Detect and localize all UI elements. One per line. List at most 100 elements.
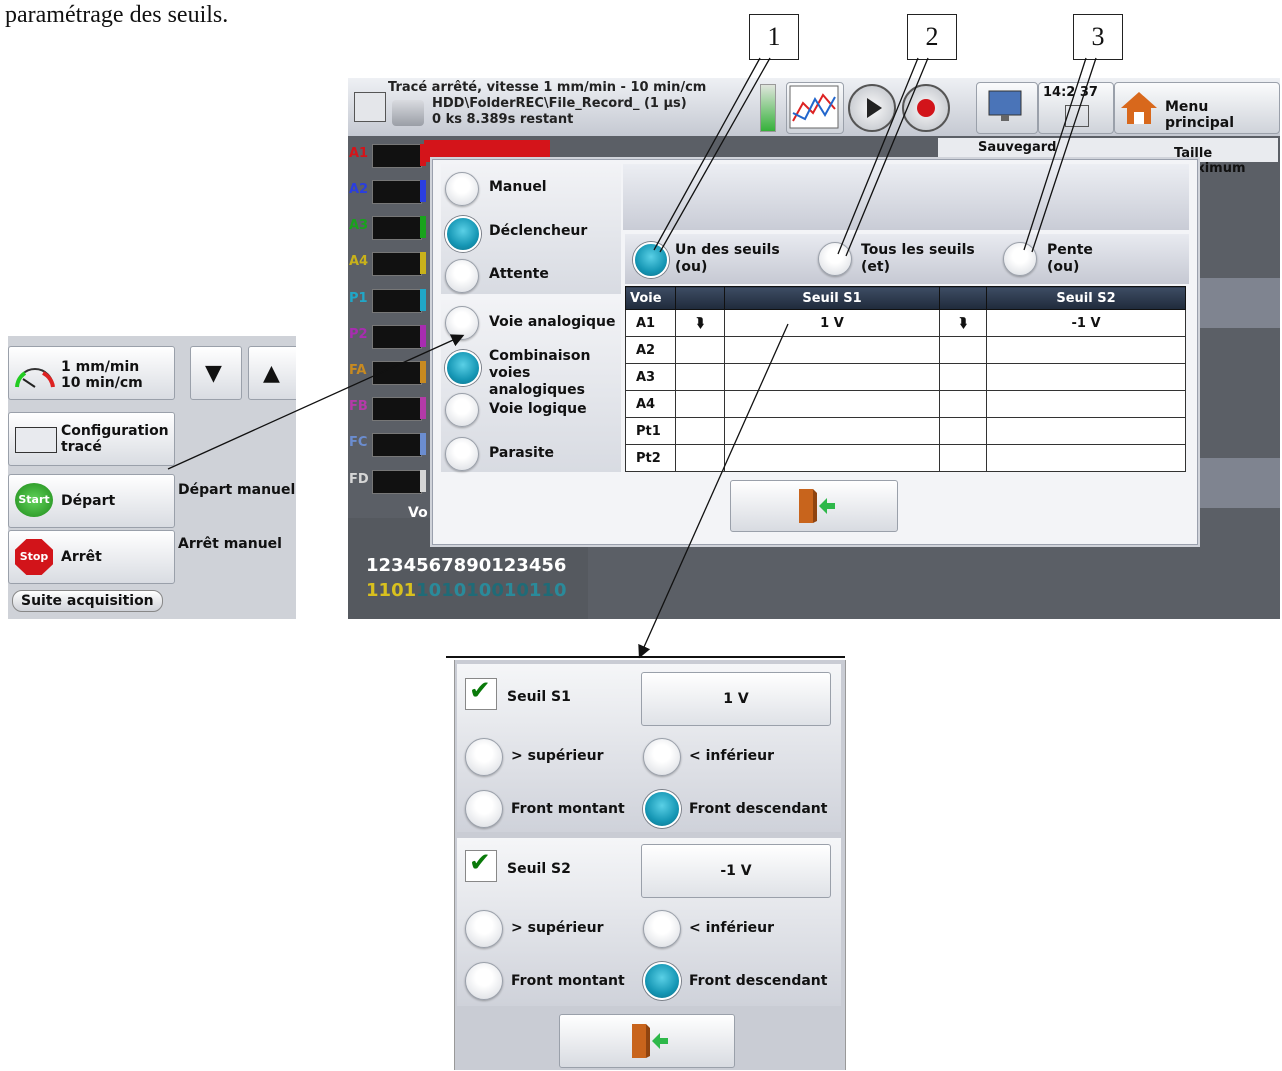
table-cell[interactable]: ⮯ xyxy=(939,309,987,337)
s1-radio-superieur[interactable] xyxy=(465,738,503,776)
s2-radio-inferieur[interactable] xyxy=(643,910,681,948)
speed-button[interactable]: 1 mm/min 10 min/cm xyxy=(8,346,175,400)
main-menu-button[interactable]: Menu principal xyxy=(1114,82,1280,134)
channel-row[interactable]: FB xyxy=(348,393,428,423)
table-cell[interactable]: ⮯ xyxy=(675,309,725,337)
radio-declencheur[interactable] xyxy=(445,216,481,252)
s1-radio-front-descendant[interactable] xyxy=(643,790,681,828)
record-config-icon[interactable] xyxy=(354,92,386,122)
radio-attente[interactable] xyxy=(445,259,479,293)
table-row[interactable]: A4 xyxy=(625,390,1186,418)
table-cell[interactable] xyxy=(986,336,1186,364)
radio-voie-logique[interactable] xyxy=(445,393,479,427)
radio-combinaison[interactable] xyxy=(445,350,481,386)
table-cell[interactable] xyxy=(724,444,940,472)
table-cell[interactable] xyxy=(675,444,725,472)
channel-row[interactable]: FA xyxy=(348,357,428,387)
panel-exit-button[interactable] xyxy=(559,1014,735,1068)
channel-row[interactable]: FD xyxy=(348,466,428,496)
s2-radio-front-montant[interactable] xyxy=(465,962,503,1000)
radio-un-des-seuils[interactable] xyxy=(633,242,669,278)
channel-level-box xyxy=(372,180,422,204)
table-cell[interactable] xyxy=(675,390,725,418)
s2-value-button[interactable]: -1 V xyxy=(641,844,831,898)
speed-label: 1 mm/min 10 min/cm xyxy=(61,359,143,391)
s1-value-button[interactable]: 1 V xyxy=(641,672,831,726)
table-cell[interactable] xyxy=(986,363,1186,391)
table-cell[interactable]: 1 V xyxy=(724,309,940,337)
table-cell[interactable]: A2 xyxy=(625,336,676,364)
dialog-header xyxy=(623,164,1189,230)
radio-voie-analogique[interactable] xyxy=(445,306,479,340)
channel-row[interactable]: A1 xyxy=(348,140,428,170)
table-cell[interactable] xyxy=(986,444,1186,472)
radio-manuel[interactable] xyxy=(445,172,479,206)
speed-up-button[interactable]: ▲ xyxy=(248,346,296,400)
table-cell[interactable] xyxy=(675,336,725,364)
table-cell[interactable]: A3 xyxy=(625,363,676,391)
screenshot-button[interactable] xyxy=(976,82,1038,134)
channel-row[interactable]: A2 xyxy=(348,176,428,206)
table-cell[interactable]: A4 xyxy=(625,390,676,418)
table-cell[interactable] xyxy=(724,390,940,418)
channel-row[interactable]: A3 xyxy=(348,212,428,242)
s2-checkbox[interactable] xyxy=(465,848,497,882)
table-cell[interactable] xyxy=(939,390,987,418)
s2-radio-front-descendant[interactable] xyxy=(643,962,681,1000)
channel-row[interactable]: FC xyxy=(348,429,428,459)
record-button[interactable] xyxy=(902,84,950,132)
start-button[interactable]: Start Départ xyxy=(8,474,175,528)
channel-row[interactable]: P1 xyxy=(348,285,428,315)
channel-label: A4 xyxy=(349,254,369,269)
table-cell[interactable] xyxy=(675,417,725,445)
start-manual-label: Départ manuel xyxy=(178,482,296,498)
table-row[interactable]: A3 xyxy=(625,363,1186,391)
table-cell[interactable] xyxy=(939,363,987,391)
suite-acquisition-tab[interactable]: Suite acquisition xyxy=(12,590,163,612)
trace-view-button[interactable] xyxy=(786,82,844,134)
channel-label: FD xyxy=(349,472,369,487)
channel-color-bar xyxy=(420,433,426,455)
table-row[interactable]: A2 xyxy=(625,336,1186,364)
s2-label: Seuil S2 xyxy=(507,861,571,877)
table-cell[interactable]: A1 xyxy=(625,309,676,337)
table-cell[interactable]: Pt1 xyxy=(625,417,676,445)
radio-parasite[interactable] xyxy=(445,437,479,471)
table-cell[interactable] xyxy=(986,390,1186,418)
document-caption: paramétrage des seuils. xyxy=(5,2,229,28)
stop-icon: Stop xyxy=(15,539,53,575)
radio-pente[interactable] xyxy=(1003,242,1037,276)
s1-checkbox[interactable] xyxy=(465,676,497,710)
exit-button[interactable] xyxy=(730,480,898,532)
table-cell[interactable] xyxy=(939,444,987,472)
col-edge-s2 xyxy=(939,286,987,310)
s1-radio-front-montant[interactable] xyxy=(465,790,503,828)
s2-label-inferieur: < inférieur xyxy=(689,920,775,936)
trace-config-button[interactable]: Configuration tracé xyxy=(8,412,175,466)
table-cell[interactable] xyxy=(724,336,940,364)
channel-row[interactable]: P2 xyxy=(348,321,428,351)
table-cell[interactable] xyxy=(939,417,987,445)
table-cell[interactable]: Pt2 xyxy=(625,444,676,472)
table-cell[interactable] xyxy=(675,363,725,391)
start-icon: Start xyxy=(15,483,53,517)
play-button[interactable] xyxy=(848,84,896,132)
channel-color-bar xyxy=(420,361,426,383)
radio-tous-les-seuils[interactable] xyxy=(818,242,852,276)
table-row[interactable]: Pt1 xyxy=(625,417,1186,445)
speed-down-button[interactable]: ▼ xyxy=(190,346,242,400)
table-cell[interactable] xyxy=(986,417,1186,445)
table-cell[interactable]: -1 V xyxy=(986,309,1186,337)
channel-level-box xyxy=(372,470,422,494)
table-cell[interactable] xyxy=(724,363,940,391)
monitor-icon xyxy=(988,90,1022,121)
s1-radio-inferieur[interactable] xyxy=(643,738,681,776)
table-row[interactable]: Pt2 xyxy=(625,444,1186,472)
channel-row[interactable]: A4 xyxy=(348,248,428,278)
table-row[interactable]: A1 ⮯ 1 V ⮯ -1 V xyxy=(625,309,1186,337)
s1-label-superieur: > supérieur xyxy=(511,748,604,764)
s2-radio-superieur[interactable] xyxy=(465,910,503,948)
stop-button[interactable]: Stop Arrêt xyxy=(8,530,175,584)
table-cell[interactable] xyxy=(939,336,987,364)
table-cell[interactable] xyxy=(724,417,940,445)
